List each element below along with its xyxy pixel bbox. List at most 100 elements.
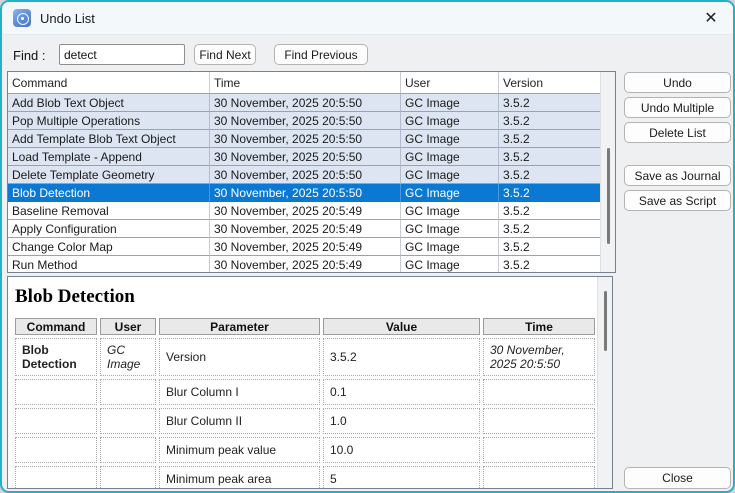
undo-row[interactable]: Load Template - Append30 November, 2025 … bbox=[8, 148, 600, 166]
cell-version: 3.5.2 bbox=[499, 184, 600, 202]
undo-multiple-button[interactable]: Undo Multiple bbox=[624, 97, 731, 118]
detail-cell-parameter: Blur Column II bbox=[159, 408, 320, 434]
cell-time: 30 November, 2025 20:5:50 bbox=[210, 130, 401, 148]
scrollbar-thumb[interactable] bbox=[604, 291, 607, 351]
detail-cell-time bbox=[483, 408, 595, 434]
detail-row: Blob DetectionGC ImageVersion3.5.230 Nov… bbox=[15, 338, 595, 376]
cell-version: 3.5.2 bbox=[499, 94, 600, 112]
undo-list-scrollbar[interactable] bbox=[600, 72, 615, 272]
undo-row[interactable]: Apply Configuration30 November, 2025 20:… bbox=[8, 220, 600, 238]
detail-cell-time bbox=[483, 466, 595, 489]
detail-cell-parameter: Version bbox=[159, 338, 320, 376]
cell-command: Blob Detection bbox=[8, 184, 210, 202]
find-previous-button[interactable]: Find Previous bbox=[274, 44, 368, 65]
column-header-time[interactable]: Time bbox=[210, 72, 401, 93]
cell-user: GC Image bbox=[401, 166, 499, 184]
cell-version: 3.5.2 bbox=[499, 148, 600, 166]
undo-row[interactable]: Add Template Blob Text Object30 November… bbox=[8, 130, 600, 148]
detail-cell-command bbox=[15, 408, 97, 434]
undo-button[interactable]: Undo bbox=[624, 72, 731, 93]
find-input[interactable] bbox=[59, 44, 185, 65]
close-button[interactable]: Close bbox=[624, 467, 731, 489]
cell-version: 3.5.2 bbox=[499, 166, 600, 184]
window-title: Undo List bbox=[40, 11, 95, 26]
undo-row[interactable]: Delete Template Geometry30 November, 202… bbox=[8, 166, 600, 184]
column-header-command[interactable]: Command bbox=[8, 72, 210, 93]
detail-cell-parameter: Blur Column I bbox=[159, 379, 320, 405]
undo-list-body: Add Blob Text Object30 November, 2025 20… bbox=[8, 94, 600, 272]
detail-cell-parameter: Minimum peak value bbox=[159, 437, 320, 463]
scrollbar-thumb[interactable] bbox=[607, 148, 610, 244]
detail-heading: Blob Detection bbox=[15, 286, 612, 308]
cell-command: Baseline Removal bbox=[8, 202, 210, 220]
detail-row: Blur Column II1.0 bbox=[15, 408, 595, 434]
undo-list-window: Undo List ✕ Find : Find Next Find Previo… bbox=[0, 0, 735, 493]
delete-list-button[interactable]: Delete List bbox=[624, 122, 731, 143]
detail-cell-user bbox=[100, 408, 156, 434]
cell-command: Add Blob Text Object bbox=[8, 94, 210, 112]
cell-command: Load Template - Append bbox=[8, 148, 210, 166]
cell-time: 30 November, 2025 20:5:49 bbox=[210, 256, 401, 272]
detail-cell-command: Blob Detection bbox=[15, 338, 97, 376]
cell-user: GC Image bbox=[401, 238, 499, 256]
undo-row[interactable]: Change Color Map30 November, 2025 20:5:4… bbox=[8, 238, 600, 256]
cell-user: GC Image bbox=[401, 220, 499, 238]
detail-cell-value: 3.5.2 bbox=[323, 338, 480, 376]
cell-user: GC Image bbox=[401, 184, 499, 202]
cell-time: 30 November, 2025 20:5:50 bbox=[210, 166, 401, 184]
cell-command: Pop Multiple Operations bbox=[8, 112, 210, 130]
cell-version: 3.5.2 bbox=[499, 112, 600, 130]
detail-cell-value: 5 bbox=[323, 466, 480, 489]
undo-list-panel: CommandTimeUserVersion Add Blob Text Obj… bbox=[7, 71, 616, 273]
app-icon bbox=[13, 9, 31, 27]
save-as-script-button[interactable]: Save as Script bbox=[624, 190, 731, 211]
close-icon[interactable]: ✕ bbox=[702, 9, 720, 27]
detail-column-header-value: Value bbox=[323, 318, 480, 335]
cell-version: 3.5.2 bbox=[499, 202, 600, 220]
detail-scrollbar[interactable] bbox=[597, 277, 612, 488]
undo-row[interactable]: Blob Detection30 November, 2025 20:5:50G… bbox=[8, 184, 600, 202]
detail-column-header-time: Time bbox=[483, 318, 595, 335]
undo-list-header: CommandTimeUserVersion bbox=[8, 72, 600, 94]
detail-cell-parameter: Minimum peak area bbox=[159, 466, 320, 489]
cell-time: 30 November, 2025 20:5:50 bbox=[210, 184, 401, 202]
cell-version: 3.5.2 bbox=[499, 256, 600, 272]
cell-version: 3.5.2 bbox=[499, 238, 600, 256]
cell-version: 3.5.2 bbox=[499, 130, 600, 148]
detail-cell-command bbox=[15, 379, 97, 405]
detail-cell-value: 0.1 bbox=[323, 379, 480, 405]
detail-column-header-command: Command bbox=[15, 318, 97, 335]
detail-cell-time: 30 November, 2025 20:5:50 bbox=[483, 338, 595, 376]
detail-table-body: Blob DetectionGC ImageVersion3.5.230 Nov… bbox=[15, 338, 595, 489]
cell-user: GC Image bbox=[401, 112, 499, 130]
detail-row: Minimum peak value10.0 bbox=[15, 437, 595, 463]
detail-cell-user: GC Image bbox=[100, 338, 156, 376]
undo-row[interactable]: Run Method30 November, 2025 20:5:49GC Im… bbox=[8, 256, 600, 272]
column-header-version[interactable]: Version bbox=[499, 72, 600, 93]
detail-cell-value: 1.0 bbox=[323, 408, 480, 434]
cell-user: GC Image bbox=[401, 202, 499, 220]
cell-command: Run Method bbox=[8, 256, 210, 272]
command-detail-panel: Blob Detection CommandUserParameterValue… bbox=[7, 276, 613, 489]
detail-cell-value: 10.0 bbox=[323, 437, 480, 463]
detail-cell-time bbox=[483, 379, 595, 405]
detail-row: Blur Column I0.1 bbox=[15, 379, 595, 405]
undo-row[interactable]: Add Blob Text Object30 November, 2025 20… bbox=[8, 94, 600, 112]
undo-row[interactable]: Baseline Removal30 November, 2025 20:5:4… bbox=[8, 202, 600, 220]
cell-command: Add Template Blob Text Object bbox=[8, 130, 210, 148]
cell-time: 30 November, 2025 20:5:49 bbox=[210, 202, 401, 220]
column-header-user[interactable]: User bbox=[401, 72, 499, 93]
detail-cell-user bbox=[100, 437, 156, 463]
save-as-journal-button[interactable]: Save as Journal bbox=[624, 165, 731, 186]
undo-row[interactable]: Pop Multiple Operations30 November, 2025… bbox=[8, 112, 600, 130]
cell-command: Apply Configuration bbox=[8, 220, 210, 238]
detail-column-header-user: User bbox=[100, 318, 156, 335]
cell-command: Delete Template Geometry bbox=[8, 166, 210, 184]
find-next-button[interactable]: Find Next bbox=[194, 44, 256, 65]
detail-cell-command bbox=[15, 437, 97, 463]
detail-table-header: CommandUserParameterValueTime bbox=[15, 318, 595, 335]
cell-time: 30 November, 2025 20:5:49 bbox=[210, 220, 401, 238]
cell-user: GC Image bbox=[401, 256, 499, 272]
cell-time: 30 November, 2025 20:5:50 bbox=[210, 148, 401, 166]
cell-time: 30 November, 2025 20:5:49 bbox=[210, 238, 401, 256]
